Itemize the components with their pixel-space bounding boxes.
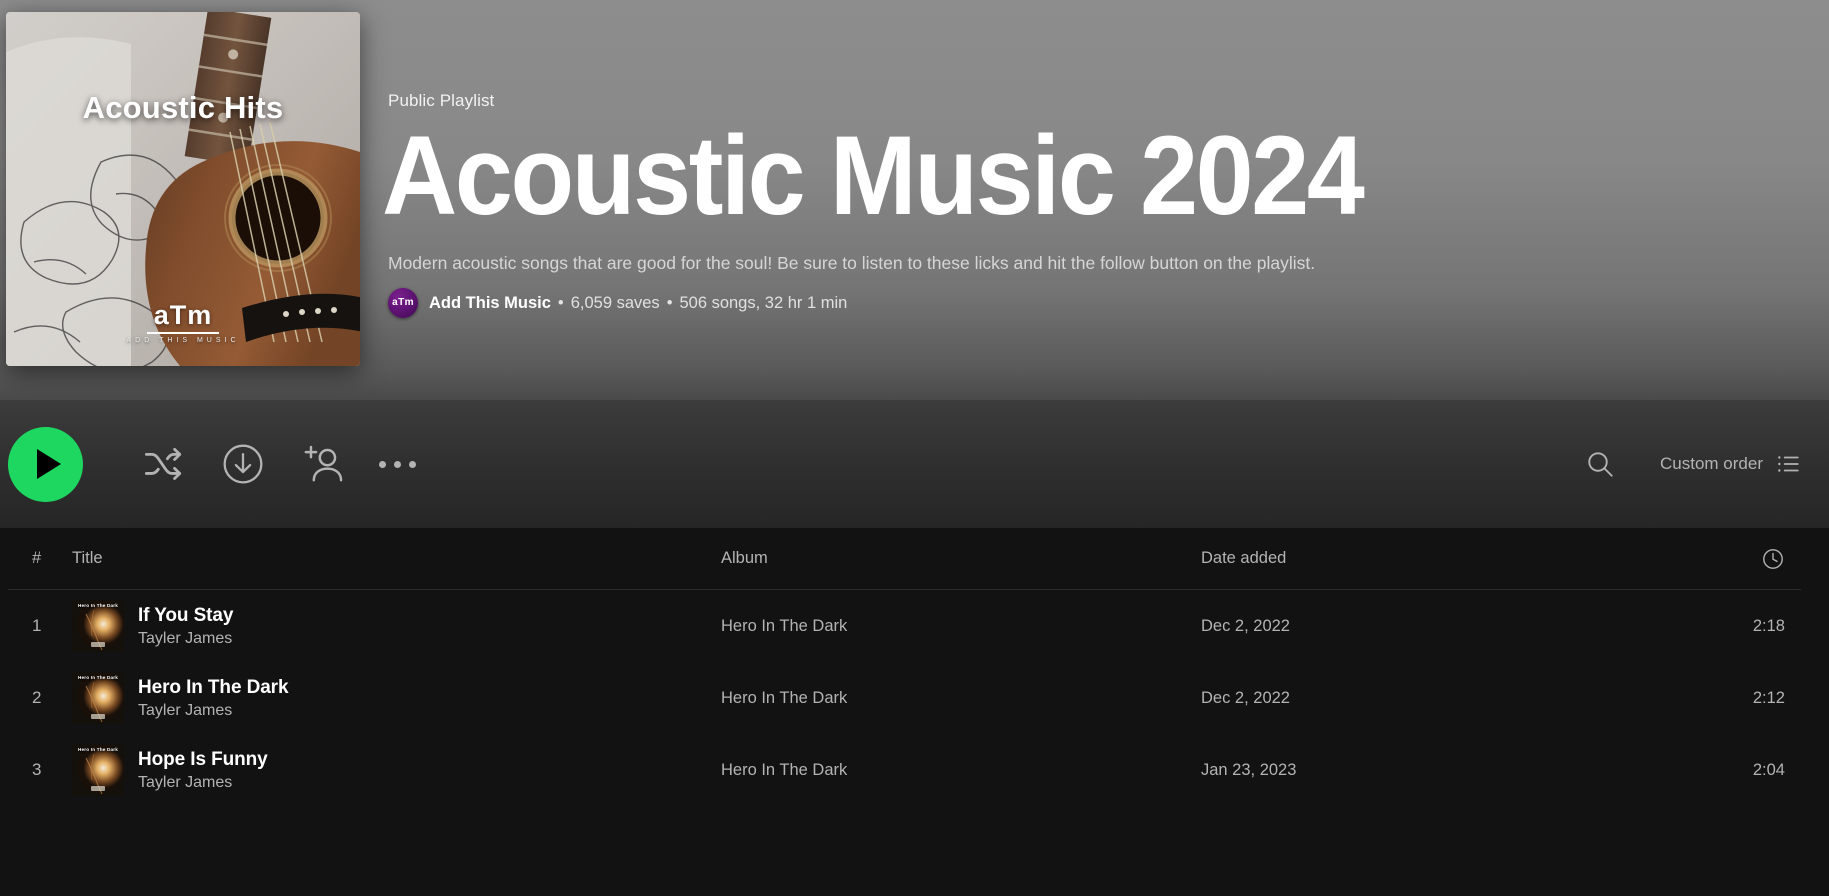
track-title[interactable]: If You Stay: [138, 605, 233, 627]
album-thumbnail: Hero In The Dark: [72, 672, 124, 724]
shuffle-icon: [144, 447, 182, 480]
track-album[interactable]: Hero In The Dark: [721, 761, 1201, 780]
spotify-playlist-page: Acoustic Hits aTm ADD THIS MUSIC Public …: [0, 0, 1829, 896]
playlist-action-bar: Custom order: [0, 400, 1829, 528]
more-dots-icon: [379, 460, 416, 468]
meta-separator-1: •: [557, 293, 564, 312]
cover-title-text: Acoustic Hits: [82, 90, 284, 125]
page-title[interactable]: Acoustic Music 2024: [382, 118, 1365, 233]
track-duration: 2:04: [1752, 760, 1785, 779]
download-button[interactable]: [221, 442, 265, 486]
track-title[interactable]: Hope Is Funny: [138, 749, 268, 771]
track-artist[interactable]: Tayler James: [138, 702, 288, 720]
track-title-cell: Hero In The Dark Hero In The Dark Tayler…: [64, 672, 721, 724]
playlist-description: Modern acoustic songs that are good for …: [388, 253, 1316, 273]
track-title-cell: Hero In The Dark If You Stay Tayler Jame…: [64, 600, 721, 652]
playlist-type-label: Public Playlist: [388, 90, 495, 110]
track-number: 2: [32, 688, 42, 707]
track-date-added: Jan 23, 2023: [1201, 760, 1297, 779]
sort-order-button[interactable]: Custom order: [1660, 454, 1763, 474]
column-header-number: #: [32, 549, 42, 567]
track-rows-container: 1 Hero In The Dark If You Stay Tayler Ja…: [8, 590, 1801, 806]
owner-avatar[interactable]: aTm: [388, 288, 418, 318]
search-icon: [1588, 452, 1613, 477]
add-user-icon: [304, 445, 343, 482]
table-row[interactable]: 2 Hero In The Dark Hero In The Dark Tayl…: [8, 662, 1801, 734]
track-date-added: Dec 2, 2022: [1201, 616, 1290, 635]
cover-logo: aTm ADD THIS MUSIC: [6, 300, 360, 344]
track-album[interactable]: Hero In The Dark: [721, 617, 1201, 636]
track-number: 3: [32, 760, 42, 779]
column-header-duration: [1681, 547, 1801, 571]
playlist-hero: Acoustic Hits aTm ADD THIS MUSIC Public …: [0, 0, 1829, 400]
clock-icon: [1763, 548, 1783, 569]
playlist-owner-link[interactable]: Add This Music: [429, 294, 551, 313]
track-duration: 2:18: [1752, 616, 1785, 635]
track-title-cell: Hero In The Dark Hope Is Funny Tayler Ja…: [64, 744, 721, 796]
playlist-view-controls: Custom order: [1585, 449, 1801, 479]
column-header-title: Title: [72, 549, 103, 567]
cover-logo-subtitle: ADD THIS MUSIC: [126, 337, 240, 344]
playlist-info: Public Playlist Acoustic Music 2024 Mode…: [382, 90, 1436, 376]
play-button[interactable]: [8, 426, 83, 502]
shuffle-button[interactable]: [142, 443, 184, 485]
track-album[interactable]: Hero In The Dark: [721, 689, 1201, 708]
play-icon: [37, 449, 61, 479]
cover-logo-mark: aTm: [146, 300, 220, 334]
playlist-saves: 6,059 saves: [570, 293, 660, 312]
view-mode-button[interactable]: [1775, 451, 1801, 477]
column-header-album: Album: [721, 549, 768, 567]
track-meta: If You Stay Tayler James: [138, 605, 233, 648]
owner-avatar-label: aTm: [392, 297, 414, 308]
more-options-button[interactable]: [379, 460, 416, 468]
track-meta: Hero In The Dark Tayler James: [138, 677, 289, 720]
album-thumbnail-caption: Hero In The Dark: [78, 603, 118, 608]
table-row[interactable]: 1 Hero In The Dark If You Stay Tayler Ja…: [8, 590, 1801, 662]
album-thumbnail-caption: Hero In The Dark: [78, 675, 118, 680]
album-thumbnail-caption: Hero In The Dark: [78, 747, 118, 752]
list-view-icon: [1778, 456, 1799, 472]
search-button[interactable]: [1585, 449, 1615, 479]
track-number: 1: [32, 616, 42, 635]
track-date-added: Dec 2, 2022: [1201, 688, 1290, 707]
track-list: # Title Album Date added 1 Hero In The D…: [0, 528, 1829, 806]
cover-image: Acoustic Hits aTm ADD THIS MUSIC: [6, 12, 360, 366]
track-list-header: # Title Album Date added: [8, 528, 1801, 590]
track-artist[interactable]: Tayler James: [138, 774, 268, 792]
track-meta: Hope Is Funny Tayler James: [138, 749, 268, 792]
playlist-meta: aTm Add This Music • 6,059 saves • 506 s…: [388, 288, 1436, 318]
column-header-date-added: Date added: [1201, 549, 1287, 567]
download-icon: [223, 444, 263, 484]
playlist-cover-art[interactable]: Acoustic Hits aTm ADD THIS MUSIC: [6, 12, 360, 366]
track-artist[interactable]: Tayler James: [138, 630, 233, 648]
meta-separator-2: •: [666, 293, 673, 312]
track-duration: 2:12: [1752, 688, 1785, 707]
table-row[interactable]: 3 Hero In The Dark Hope Is Funny Tayler …: [8, 734, 1801, 806]
album-thumbnail: Hero In The Dark: [72, 744, 124, 796]
playlist-song-summary: 506 songs, 32 hr 1 min: [679, 293, 848, 312]
track-title[interactable]: Hero In The Dark: [138, 677, 289, 699]
add-to-playlist-button[interactable]: [300, 441, 346, 487]
album-thumbnail: Hero In The Dark: [72, 600, 124, 652]
